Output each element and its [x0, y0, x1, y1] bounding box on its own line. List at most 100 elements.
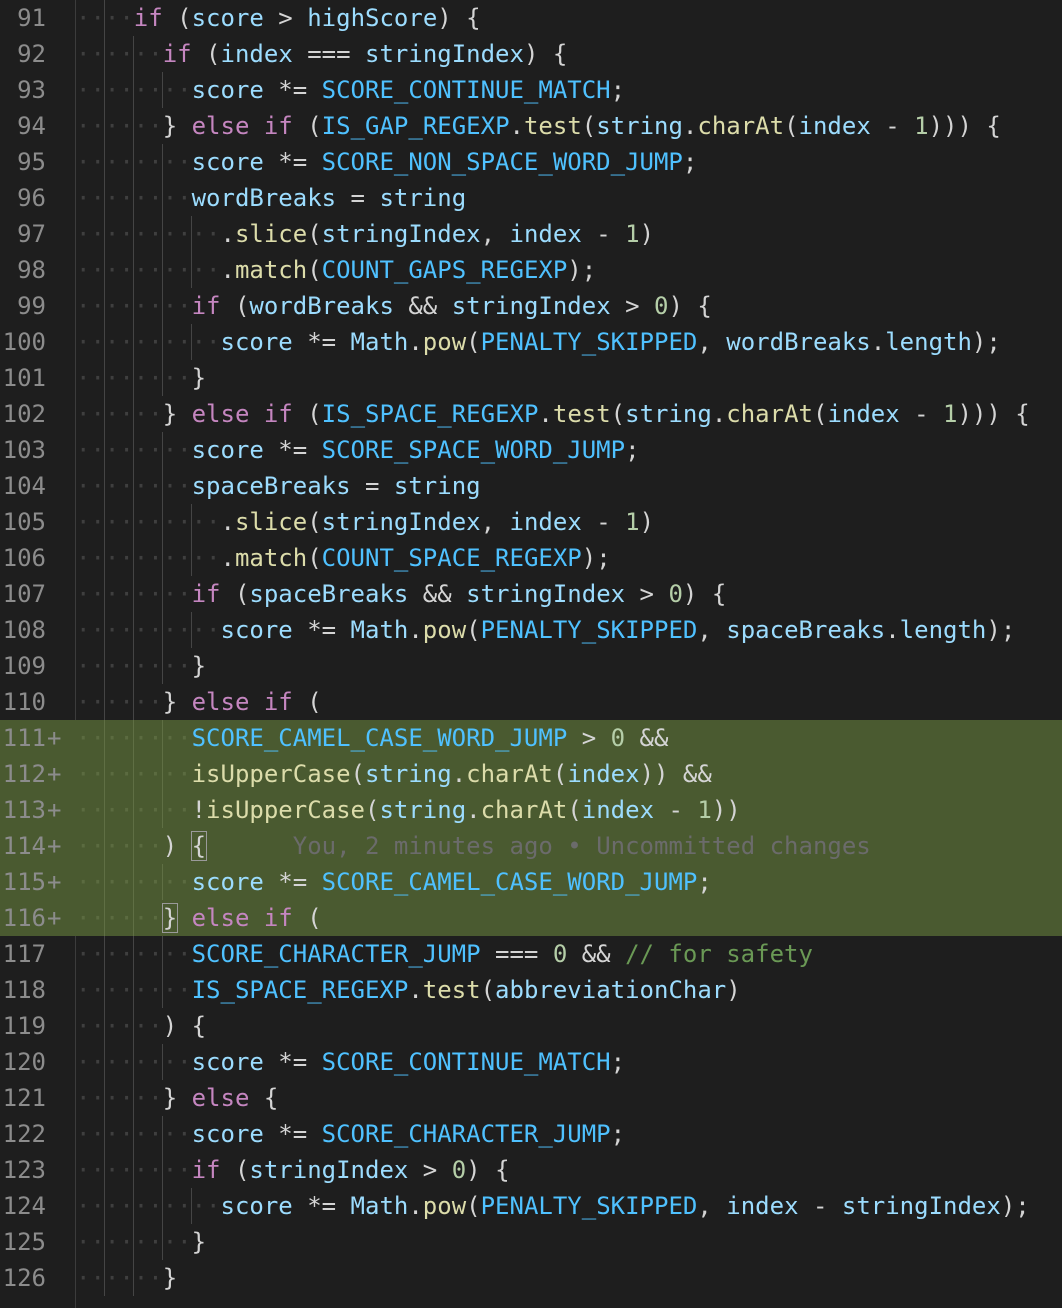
line-number[interactable]: 91	[0, 0, 46, 36]
code-text[interactable]: ········score *= SCORE_CHARACTER_JUMP;	[76, 1116, 625, 1152]
code-text[interactable]: ······} else if (	[76, 684, 322, 720]
code-text[interactable]: ········if (wordBreaks && stringIndex > …	[76, 288, 712, 324]
code-line[interactable]: 109 ········}	[0, 648, 1062, 684]
code-line-added[interactable]: 112 + ········isUpperCase(string.charAt(in…	[0, 756, 1062, 792]
code-text[interactable]: ········wordBreaks = string	[76, 180, 466, 216]
code-line-added[interactable]: 116 + ······} else if (	[0, 900, 1062, 936]
line-number[interactable]: 93	[0, 72, 46, 108]
line-number[interactable]: 113	[0, 792, 46, 828]
line-number[interactable]: 108	[0, 612, 46, 648]
code-line[interactable]: 99 ········if (wordBreaks && stringIndex …	[0, 288, 1062, 324]
line-number[interactable]: 114	[0, 828, 46, 864]
code-line-added[interactable]: 114 + ······) { You, 2 minutes ago • Uncom…	[0, 828, 1062, 864]
code-line[interactable]: 97 ··········.slice(stringIndex, index - …	[0, 216, 1062, 252]
line-number[interactable]: 112	[0, 756, 46, 792]
code-text[interactable]: ········SCORE_CHARACTER_JUMP === 0 && //…	[76, 936, 813, 972]
line-number[interactable]: 106	[0, 540, 46, 576]
line-number[interactable]: 126	[0, 1260, 46, 1296]
line-number[interactable]: 98	[0, 252, 46, 288]
code-line[interactable]: 119 ······) {	[0, 1008, 1062, 1044]
code-line[interactable]: 95 ········score *= SCORE_NON_SPACE_WORD_…	[0, 144, 1062, 180]
code-text[interactable]: ··········.match(COUNT_GAPS_REGEXP);	[76, 252, 596, 288]
line-number[interactable]: 124	[0, 1188, 46, 1224]
code-text[interactable]: ······} else if (IS_GAP_REGEXP.test(stri…	[76, 108, 1001, 144]
code-text[interactable]: ········score *= SCORE_CONTINUE_MATCH;	[76, 72, 625, 108]
code-line[interactable]: 102 ······} else if (IS_SPACE_REGEXP.test…	[0, 396, 1062, 432]
line-number[interactable]: 99	[0, 288, 46, 324]
code-text[interactable]: ········score *= SCORE_CONTINUE_MATCH;	[76, 1044, 625, 1080]
line-number[interactable]: 117	[0, 936, 46, 972]
code-line[interactable]: 122 ········score *= SCORE_CHARACTER_JUMP…	[0, 1116, 1062, 1152]
line-number[interactable]: 95	[0, 144, 46, 180]
code-line[interactable]: 107 ········if (spaceBreaks && stringInde…	[0, 576, 1062, 612]
line-number[interactable]: 115	[0, 864, 46, 900]
code-line[interactable]: 121 ······} else {	[0, 1080, 1062, 1116]
code-text[interactable]: ··········score *= Math.pow(PENALTY_SKIP…	[76, 1188, 1030, 1224]
line-number[interactable]: 100	[0, 324, 46, 360]
code-text[interactable]: ······) { You, 2 minutes ago • Uncommitt…	[76, 828, 871, 864]
code-editor[interactable]: 91 ····if (score > highScore) {92 ······if…	[0, 0, 1062, 1308]
code-text[interactable]: ······} else {	[76, 1080, 278, 1116]
line-number[interactable]: 102	[0, 396, 46, 432]
code-text[interactable]: ··········score *= Math.pow(PENALTY_SKIP…	[76, 324, 1001, 360]
code-text[interactable]: ········if (spaceBreaks && stringIndex >…	[76, 576, 726, 612]
code-line[interactable]: 93 ········score *= SCORE_CONTINUE_MATCH;	[0, 72, 1062, 108]
code-line[interactable]: 105 ··········.slice(stringIndex, index -…	[0, 504, 1062, 540]
code-text[interactable]: ········SCORE_CAMEL_CASE_WORD_JUMP > 0 &…	[76, 720, 668, 756]
code-line[interactable]: 126 ······}	[0, 1260, 1062, 1296]
code-text[interactable]: ········!isUpperCase(string.charAt(index…	[76, 792, 741, 828]
code-text[interactable]: ··········.slice(stringIndex, index - 1)	[76, 504, 654, 540]
line-number[interactable]: 125	[0, 1224, 46, 1260]
line-number[interactable]: 109	[0, 648, 46, 684]
line-number[interactable]: 94	[0, 108, 46, 144]
line-number[interactable]: 104	[0, 468, 46, 504]
code-line[interactable]: 101 ········}	[0, 360, 1062, 396]
code-text[interactable]: ······}	[76, 1260, 177, 1296]
code-line[interactable]: 96 ········wordBreaks = string	[0, 180, 1062, 216]
code-text[interactable]: ········}	[76, 648, 206, 684]
code-line[interactable]: 118 ········IS_SPACE_REGEXP.test(abbrevia…	[0, 972, 1062, 1008]
code-text[interactable]: ········if (stringIndex > 0) {	[76, 1152, 510, 1188]
code-text[interactable]: ······} else if (	[76, 900, 322, 936]
code-text[interactable]: ······if (index === stringIndex) {	[76, 36, 567, 72]
code-line[interactable]: 100 ··········score *= Math.pow(PENALTY_S…	[0, 324, 1062, 360]
line-number[interactable]: 123	[0, 1152, 46, 1188]
code-line[interactable]: 104 ········spaceBreaks = string	[0, 468, 1062, 504]
line-number[interactable]: 119	[0, 1008, 46, 1044]
code-text[interactable]: ········score *= SCORE_NON_SPACE_WORD_JU…	[76, 144, 697, 180]
line-number[interactable]: 121	[0, 1080, 46, 1116]
code-line[interactable]: 110 ······} else if (	[0, 684, 1062, 720]
code-line[interactable]: 92 ······if (index === stringIndex) {	[0, 36, 1062, 72]
code-text[interactable]: ··········.match(COUNT_SPACE_REGEXP);	[76, 540, 611, 576]
code-text[interactable]: ········spaceBreaks = string	[76, 468, 481, 504]
line-number[interactable]: 120	[0, 1044, 46, 1080]
line-number[interactable]: 96	[0, 180, 46, 216]
code-line[interactable]: 106 ··········.match(COUNT_SPACE_REGEXP);	[0, 540, 1062, 576]
line-number[interactable]: 116	[0, 900, 46, 936]
line-number[interactable]: 101	[0, 360, 46, 396]
code-text[interactable]: ····if (score > highScore) {	[76, 0, 481, 36]
code-line[interactable]: 123 ········if (stringIndex > 0) {	[0, 1152, 1062, 1188]
line-number[interactable]: 122	[0, 1116, 46, 1152]
code-text[interactable]: ········isUpperCase(string.charAt(index)…	[76, 756, 712, 792]
code-text[interactable]: ······} else if (IS_SPACE_REGEXP.test(st…	[76, 396, 1030, 432]
code-line[interactable]: 91 ····if (score > highScore) {	[0, 0, 1062, 36]
line-number[interactable]: 107	[0, 576, 46, 612]
line-number[interactable]: 97	[0, 216, 46, 252]
code-line[interactable]: 124 ··········score *= Math.pow(PENALTY_S…	[0, 1188, 1062, 1224]
code-line[interactable]: 117 ········SCORE_CHARACTER_JUMP === 0 &&…	[0, 936, 1062, 972]
code-line[interactable]: 120 ········score *= SCORE_CONTINUE_MATCH…	[0, 1044, 1062, 1080]
code-text[interactable]: ··········.slice(stringIndex, index - 1)	[76, 216, 654, 252]
code-line[interactable]: 103 ········score *= SCORE_SPACE_WORD_JUM…	[0, 432, 1062, 468]
code-text[interactable]: ······) {	[76, 1008, 206, 1044]
code-line[interactable]: 125 ········}	[0, 1224, 1062, 1260]
code-line-added[interactable]: 111 + ········SCORE_CAMEL_CASE_WORD_JUMP >…	[0, 720, 1062, 756]
code-text[interactable]: ··········score *= Math.pow(PENALTY_SKIP…	[76, 612, 1015, 648]
line-number[interactable]: 111	[0, 720, 46, 756]
line-number[interactable]: 103	[0, 432, 46, 468]
line-number[interactable]: 105	[0, 504, 46, 540]
line-number[interactable]: 118	[0, 972, 46, 1008]
code-line[interactable]: 98 ··········.match(COUNT_GAPS_REGEXP);	[0, 252, 1062, 288]
code-text[interactable]: ········}	[76, 1224, 206, 1260]
code-line[interactable]: 108 ··········score *= Math.pow(PENALTY_S…	[0, 612, 1062, 648]
